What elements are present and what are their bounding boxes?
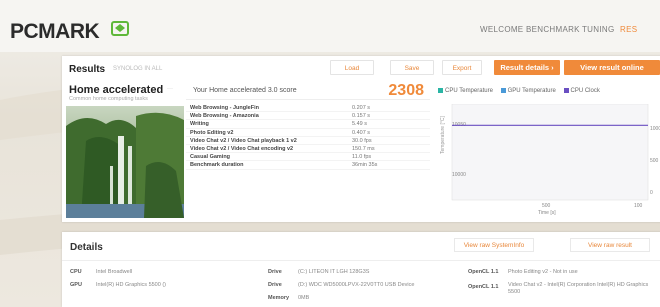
load-button[interactable]: Load: [330, 60, 374, 75]
export-button[interactable]: Export: [442, 60, 482, 75]
subtest-row: Photo Editing v2 0.407 s: [186, 129, 430, 137]
y-tick-right: 500: [650, 158, 659, 164]
subtest-name: Web Browsing - Amazonia: [190, 113, 259, 120]
drive-label: Drive: [268, 269, 282, 275]
score-value: 2308: [388, 82, 424, 99]
benchmark-card: Home accelerated Common home computing t…: [66, 82, 184, 218]
subtest-value: 36min 35s: [352, 162, 378, 169]
chart-legend: CPU Temperature GPU Temperature CPU Cloc…: [438, 88, 606, 94]
view-raw-systeminfo-button[interactable]: View raw SystemInfo: [454, 238, 534, 252]
details-title: Details: [70, 242, 103, 253]
legend-label: CPU Temperature: [445, 88, 493, 95]
x-axis-label: Time [s]: [538, 210, 556, 216]
opencl-label: OpenCL 1.1: [468, 284, 499, 290]
subtest-row: Writing 5.49 s: [186, 120, 430, 129]
score-label: Your Home accelerated 3.0 score: [193, 87, 297, 94]
plot-area: [451, 104, 649, 201]
opencl-label: OpenCL 1.1: [468, 269, 499, 275]
subtest-name: Writing: [190, 121, 209, 128]
y-tick-right: 0: [650, 190, 653, 196]
more-options-icon[interactable]: ···: [167, 86, 173, 92]
gpu-label: GPU: [70, 282, 82, 288]
nav-tuning[interactable]: TUNING: [582, 25, 614, 34]
subtest-value: 11.0 fps: [352, 154, 372, 161]
drive-value: (D:) WDC WD5000LPVX-22V0TT0 USB Device: [298, 282, 415, 288]
subtest-name: Casual Gaming: [190, 154, 231, 161]
legend-swatch: [438, 88, 443, 93]
legend-label: CPU Clock: [570, 88, 600, 95]
y-tick-left: 10000: [452, 172, 466, 178]
subtest-row: Casual Gaming 11.0 fps: [186, 153, 430, 162]
view-result-online-button[interactable]: View result online: [564, 60, 660, 75]
cpu-value: Intel Broadwell: [96, 269, 133, 275]
legend-swatch: [563, 88, 569, 93]
view-raw-result-button[interactable]: View raw result: [570, 238, 650, 252]
subtest-name: Web Browsing - JungleFin: [190, 105, 259, 111]
benchmark-description: Common home computing tasks: [69, 96, 148, 102]
subtest-row: Web Browsing - Amazonia 0.157 s: [186, 112, 430, 121]
benchmark-name: Home accelerated: [69, 84, 164, 96]
nav-results[interactable]: RES: [620, 25, 637, 34]
subtest-name: Benchmark duration: [190, 162, 244, 169]
subtest-value: 0.157 s: [352, 113, 371, 120]
results-subtitle: SYNOLOG IN ALL: [113, 66, 163, 72]
subtest-row: Video Chat v2 / Video Chat encoding v2 1…: [186, 145, 430, 154]
drive-value: (C:) LITEON IT LGH 128G3S: [298, 269, 370, 275]
subtest-value: 5.49 s: [352, 121, 367, 128]
monitoring-chart: Temperature [°C] 10050 10000 1000 500 0 …: [440, 104, 660, 216]
memory-label: Memory: [268, 295, 290, 301]
memory-value: 0MB: [298, 295, 310, 301]
subtest-value: 0.207 s: [352, 105, 371, 111]
legend-cpu-clock[interactable]: CPU Clock: [563, 88, 600, 95]
subtest-row: Benchmark duration 36min 35s: [186, 161, 430, 170]
subtest-table: Web Browsing - JungleFin 0.207 s Web Bro…: [186, 104, 430, 170]
legend-cpu-temp[interactable]: CPU Temperature: [438, 88, 493, 94]
cpu-label: CPU: [70, 269, 82, 275]
drive-label: Drive: [268, 282, 282, 288]
subtest-row: Web Browsing - JungleFin 0.207 s: [186, 104, 430, 113]
results-title: Results: [69, 64, 106, 75]
y-tick-right: 1000: [650, 126, 660, 132]
x-tick: 500: [542, 203, 551, 209]
subtest-row: Video Chat v2 / Video Chat playback 1 v2…: [186, 137, 430, 145]
legend-label: GPU Temperature: [507, 88, 556, 95]
subtest-name: Video Chat v2 / Video Chat playback 1 v2: [190, 137, 297, 144]
details-panel: Details View raw SystemInfo View raw res…: [62, 232, 660, 307]
benchmark-thumbnail: [66, 106, 184, 218]
save-button[interactable]: Save: [390, 60, 434, 75]
x-tick: 100: [634, 203, 643, 209]
opencl-value: Video Chat v2 - Intel(R) Corporation Int…: [508, 282, 649, 295]
subtest-value: 30.0 fps: [352, 137, 372, 144]
y-axis-label: Temperature [°C]: [440, 116, 446, 154]
nav-welcome[interactable]: WELCOME: [480, 25, 523, 34]
gpu-value: Intel(R) HD Graphics 5500 (): [96, 282, 166, 288]
results-panel: Results SYNOLOG IN ALL Load Save Export …: [62, 56, 660, 222]
subtest-name: Video Chat v2 / Video Chat encoding v2: [190, 145, 294, 152]
divider: [62, 260, 660, 261]
subtest-value: 150.7 ms: [352, 145, 375, 152]
opencl-value: Photo Editing v2 - Not in use: [508, 269, 578, 275]
nav-benchmark[interactable]: BENCHMARK: [526, 25, 580, 34]
legend-swatch: [500, 88, 506, 93]
legend-gpu-temp[interactable]: GPU Temperature: [500, 88, 556, 95]
result-details-button[interactable]: Result details ›: [494, 60, 560, 75]
subtest-value: 0.407 s: [352, 129, 371, 136]
subtest-name: Photo Editing v2: [190, 129, 234, 136]
score-header: Your Home accelerated 3.0 score 2308: [186, 82, 430, 100]
logo-mark-icon: [111, 21, 129, 36]
